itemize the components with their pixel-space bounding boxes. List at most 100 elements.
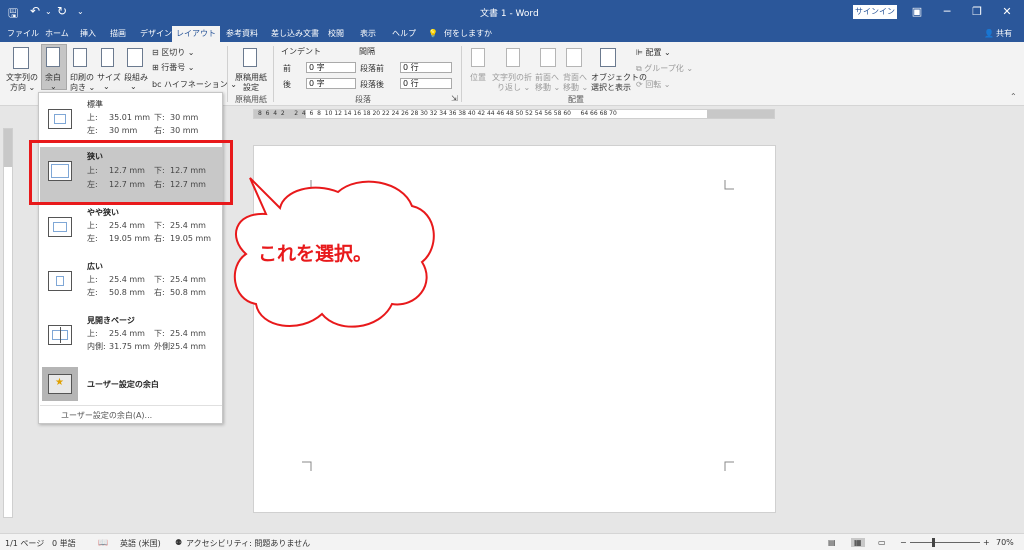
share-button[interactable]: 共有 [992, 26, 1016, 42]
save-icon[interactable]: 🖫 [8, 4, 18, 25]
web-layout-icon[interactable]: ▭ [878, 538, 886, 547]
tab-layout[interactable]: レイアウト [172, 26, 220, 42]
margin-option-mirrored[interactable]: 見開きページ 上: 25.4 mm 下: 25.4 mm 内側: 31.75 mm 外側:… [40, 311, 222, 367]
menu-divider [40, 405, 222, 406]
paragraph-dialog-launcher-icon[interactable]: ⇲ [451, 94, 458, 103]
tab-design[interactable]: デザイン [136, 26, 176, 42]
custom-margin-thumbnail: ★ [42, 367, 78, 401]
line-numbers-label: 行番号 ⌄ [161, 63, 195, 72]
line-numbers-button[interactable]: ⊞ 行番号 ⌄ [152, 62, 195, 73]
wrap-text-label-2[interactable]: り返し ⌄ [497, 82, 530, 93]
zoom-slider-thumb[interactable] [932, 538, 935, 547]
manuscript-icon[interactable] [243, 48, 257, 67]
tab-insert[interactable]: 挿入 [76, 26, 100, 42]
send-backward-label-2[interactable]: 移動 ⌄ [563, 82, 588, 93]
quick-access-customize-icon[interactable]: ⌄ [77, 7, 84, 16]
custom-margins-link[interactable]: ユーザー設定の余白(A)... [61, 410, 152, 421]
orientation-icon[interactable] [73, 48, 87, 67]
accessibility-icon[interactable]: ⚉ [175, 538, 182, 547]
tab-file[interactable]: ファイル [3, 26, 43, 42]
proofing-icon[interactable]: 📖 [98, 538, 108, 547]
maximize-icon[interactable]: ❐ [967, 3, 987, 21]
signin-button[interactable]: サインイン [853, 5, 897, 19]
minimize-icon[interactable]: ─ [937, 3, 957, 21]
spacing-before-input[interactable]: 0 行 [400, 62, 452, 73]
align-button[interactable]: ⊫ 配置 ⌄ [636, 47, 671, 58]
highlight-box [29, 140, 233, 205]
indent-right-input[interactable]: 0 字 [306, 78, 356, 89]
tab-help[interactable]: ヘルプ [388, 26, 420, 42]
text-direction-label-2[interactable]: 方向 ⌄ [10, 82, 35, 93]
word-count[interactable]: 0 単語 [52, 538, 76, 549]
text-direction-icon[interactable] [13, 47, 29, 69]
bottom-left-margin-mark [302, 461, 312, 471]
size-dropdown-arrow[interactable]: ⌄ [103, 82, 110, 91]
breaks-button[interactable]: ⊟ 区切り ⌄ [152, 47, 195, 58]
zoom-slider[interactable] [910, 542, 980, 543]
zoom-level[interactable]: 70% [996, 538, 1014, 547]
indent-header: インデント [281, 47, 321, 56]
arrange-group-label: 配置 [568, 95, 584, 104]
callout-text: これを選択。 [258, 243, 373, 265]
margin-option-wide[interactable]: 広い 上: 25.4 mm 下: 25.4 mm 左: 50.8 mm 右: 50.8 mm [40, 257, 222, 313]
language-indicator[interactable]: 英語 (米国) [120, 538, 161, 549]
zoom-out-icon[interactable]: − [900, 538, 907, 547]
collapse-ribbon-icon[interactable]: ⌃ [1010, 92, 1017, 101]
size-icon[interactable] [101, 48, 114, 67]
margin-option-left-right: 左: 30 mm 右: 30 mm [87, 126, 199, 135]
redo-icon[interactable]: ↻ [57, 4, 67, 18]
bring-forward-label-2[interactable]: 移動 ⌄ [535, 82, 560, 93]
tab-view[interactable]: 表示 [356, 26, 380, 42]
send-backward-icon[interactable] [566, 48, 582, 67]
undo-dropdown-icon[interactable]: ⌄ [45, 7, 52, 16]
wrap-text-icon[interactable] [506, 48, 520, 67]
indent-left-input[interactable]: 0 字 [306, 62, 356, 73]
tab-mailings[interactable]: 差し込み文書 [267, 26, 323, 42]
columns-icon[interactable] [127, 48, 143, 67]
tab-draw[interactable]: 描画 [106, 26, 130, 42]
margin-moderate-icon [48, 217, 72, 237]
page-count[interactable]: 1/1 ページ [5, 538, 44, 549]
zoom-in-icon[interactable]: + [983, 538, 990, 547]
horizontal-ruler[interactable]: 8 6 4 2 2 4 6 8 10 12 14 16 18 20 22 24 … [253, 109, 775, 119]
close-icon[interactable]: ✕ [997, 3, 1017, 21]
accessibility-status[interactable]: アクセシビリティ: 問題ありません [186, 538, 310, 549]
selection-pane-icon[interactable] [600, 48, 616, 67]
spacing-header: 間隔 [359, 47, 375, 56]
margin-option-top-bottom: 上: 25.4 mm 下: 25.4 mm [87, 329, 206, 338]
columns-dropdown-arrow[interactable]: ⌄ [130, 82, 137, 91]
hyphenation-button[interactable]: bc ハイフネーション ⌄ [152, 79, 237, 90]
selection-pane-label-2[interactable]: 選択と表示 [591, 82, 631, 93]
margins-dropdown-arrow: ⌄ [50, 82, 57, 91]
rotate-button[interactable]: ⟳ 回転 ⌄ [636, 79, 671, 90]
print-layout-icon[interactable]: ▦ [851, 538, 865, 547]
vertical-ruler[interactable] [3, 128, 13, 518]
manuscript-label-2[interactable]: 設定 [243, 82, 259, 93]
custom-last-name: ユーザー設定の余白 [87, 380, 159, 389]
window-title: 文書 1 - Word [480, 9, 539, 19]
ruler-numbers: 8 6 4 2 2 4 6 8 10 12 14 16 18 20 22 24 … [258, 110, 617, 117]
tab-home[interactable]: ホーム [41, 26, 73, 42]
align-icon: ⊫ [636, 48, 646, 57]
title-bar: 🖫 ↶ ⌄ ↻ ⌄ 文書 1 - Word サインイン ▣ ─ ❐ ✕ [0, 0, 1024, 24]
bring-forward-icon[interactable] [540, 48, 556, 67]
position-icon[interactable] [471, 48, 485, 67]
tab-references[interactable]: 参考資料 [222, 26, 262, 42]
read-mode-icon[interactable]: ▤ [828, 538, 836, 547]
spacing-before-label: 段落前 [360, 64, 384, 73]
spacing-after-input[interactable]: 0 行 [400, 78, 452, 89]
position-label[interactable]: 位置 [470, 72, 486, 83]
rotate-label: 回転 ⌄ [645, 80, 671, 89]
margin-option-last-custom[interactable]: ★ ユーザー設定の余白 [40, 365, 222, 403]
status-bar: 1/1 ページ 0 単語 📖 英語 (米国) ⚉ アクセシビリティ: 問題ありま… [0, 533, 1024, 550]
group-button[interactable]: ⧉ グループ化 ⌄ [636, 63, 693, 74]
margin-option-left-right: 左: 19.05 mm 右: 19.05 mm [87, 234, 212, 243]
margin-option-moderate[interactable]: やや狭い 上: 25.4 mm 下: 25.4 mm 左: 19.05 mm 右: 19.0… [40, 203, 222, 259]
tab-review[interactable]: 校閲 [324, 26, 348, 42]
breaks-label: 区切り ⌄ [161, 48, 195, 57]
undo-icon[interactable]: ↶ [30, 4, 40, 18]
margin-option-top-bottom: 上: 35.01 mm 下: 30 mm [87, 113, 199, 122]
ribbon-display-options-icon[interactable]: ▣ [907, 3, 927, 21]
tell-me-search[interactable]: 何をしますか [440, 26, 496, 42]
margin-option-name: 標準 [87, 100, 103, 109]
